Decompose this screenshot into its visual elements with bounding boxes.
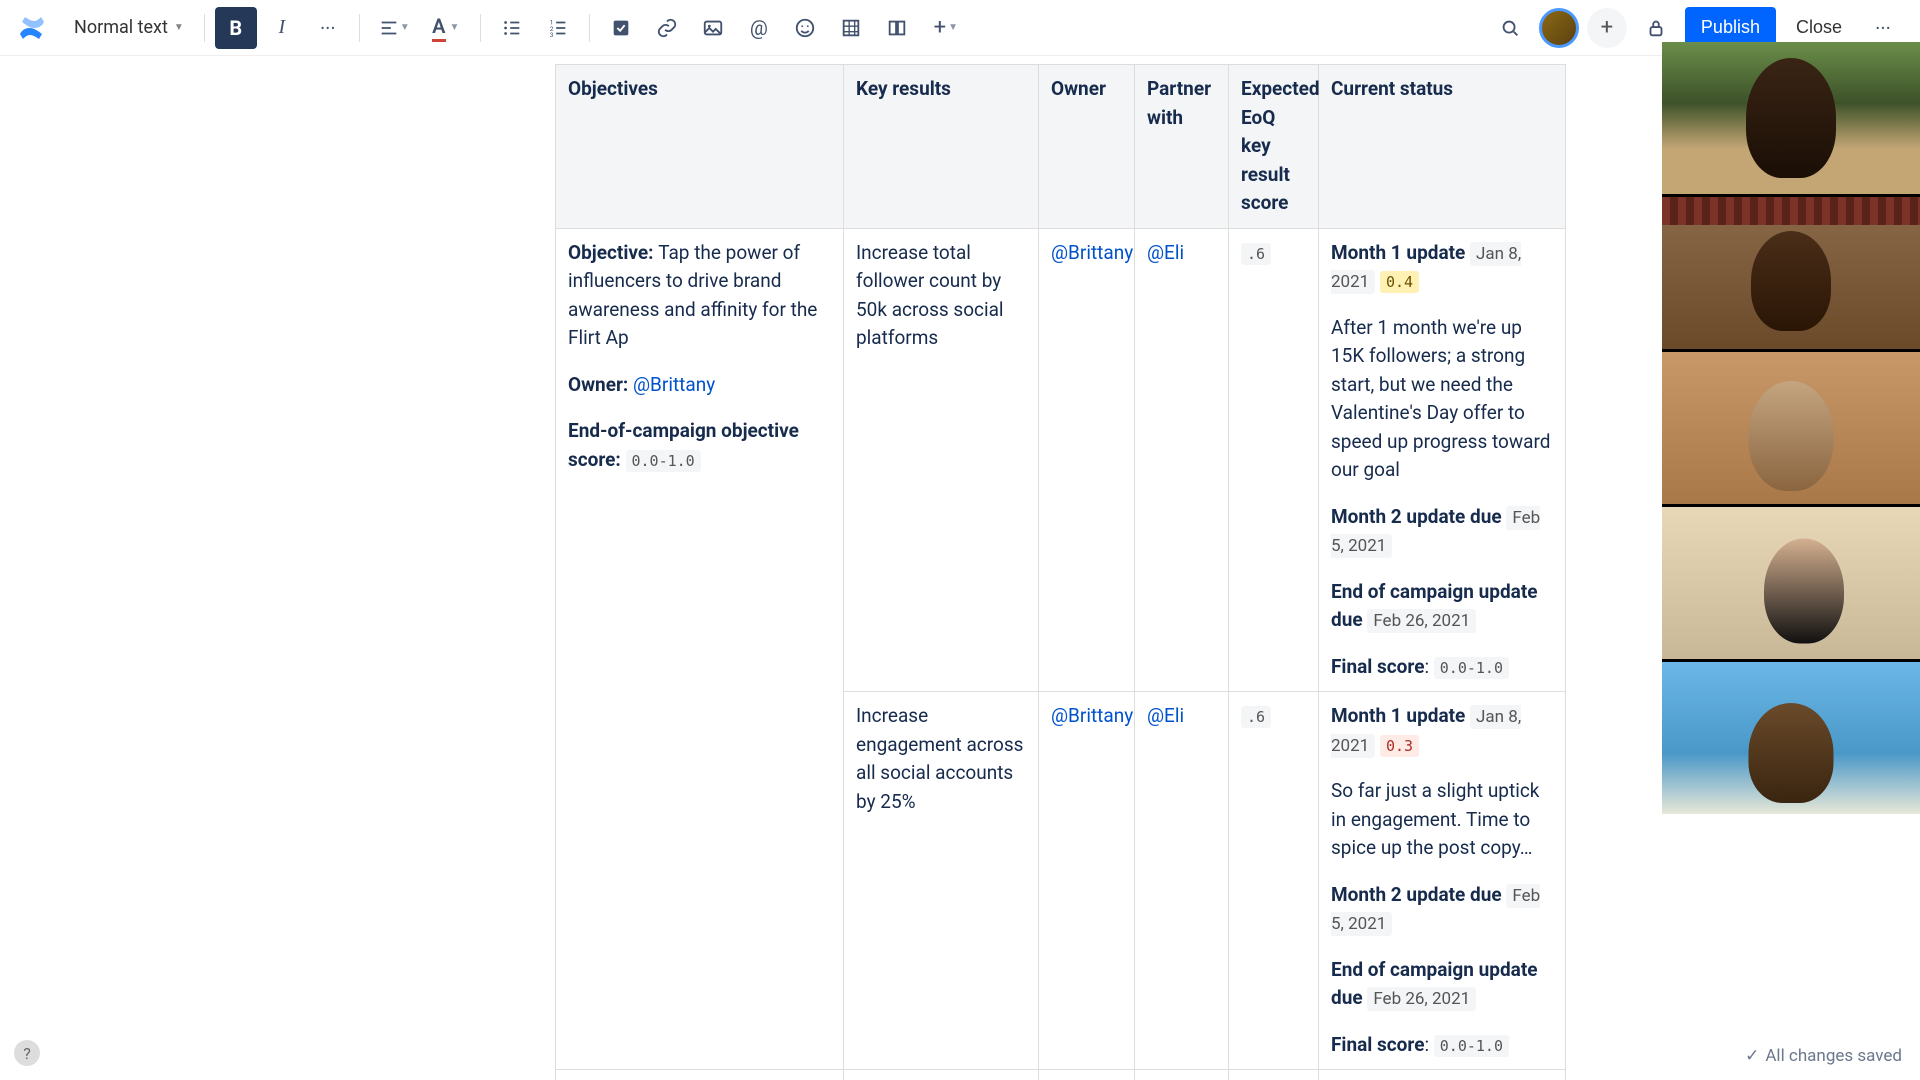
italic-button[interactable]: I <box>261 7 303 49</box>
expected-score: .6 <box>1241 706 1271 728</box>
divider <box>204 14 205 42</box>
col-key-results: Key results <box>844 65 1039 229</box>
align-dropdown[interactable]: ▼ <box>370 7 418 49</box>
col-expected-score: Expected EoQ key result score <box>1229 65 1319 229</box>
mention-button[interactable]: @ <box>738 7 780 49</box>
table-button[interactable] <box>830 7 872 49</box>
objective-cell[interactable]: Objective: Use campaign <box>556 1070 844 1080</box>
m1-badge: 0.4 <box>1380 271 1419 293</box>
partner-cell[interactable]: @Eli <box>1135 1070 1229 1080</box>
emoji-button[interactable] <box>784 7 826 49</box>
kr-cell[interactable]: Increase engagement across all social ac… <box>844 692 1039 1070</box>
numbered-list-button[interactable]: 123 <box>537 7 579 49</box>
score-badge: 0.0-1.0 <box>626 450 701 472</box>
owner-label: Owner: <box>568 373 633 396</box>
text-color-dropdown[interactable]: A▼ <box>422 7 470 49</box>
svg-text:3: 3 <box>550 31 554 39</box>
okr-table[interactable]: Objectives Key results Owner Partner wit… <box>555 64 1566 1080</box>
bullet-list-button[interactable] <box>491 7 533 49</box>
save-status-text: All changes saved <box>1765 1046 1902 1066</box>
owner-cell[interactable]: @Brittany <box>1039 692 1135 1070</box>
more-formatting-button[interactable]: ··· <box>307 7 349 49</box>
action-item-button[interactable] <box>600 7 642 49</box>
final-label: Final score <box>1331 655 1424 678</box>
table-row: Objective: Tap the power of influencers … <box>556 228 1566 692</box>
m1-label: Month 1 update <box>1331 241 1465 264</box>
text-style-dropdown[interactable]: Normal text ▼ <box>64 11 194 44</box>
col-owner: Owner <box>1039 65 1135 229</box>
divider <box>589 14 590 42</box>
link-button[interactable] <box>646 7 688 49</box>
final-label: Final score <box>1331 1033 1424 1056</box>
kr-text: Increase total follower count by 50k acr… <box>856 241 1004 350</box>
confluence-logo-icon <box>16 12 48 44</box>
final-badge: 0.0-1.0 <box>1434 1035 1509 1057</box>
col-objectives: Objectives <box>556 65 844 229</box>
check-icon: ✓ <box>1745 1046 1759 1066</box>
divider <box>359 14 360 42</box>
score-cell[interactable]: .6 <box>1229 1070 1319 1080</box>
owner-cell[interactable]: @Brittany <box>1039 228 1135 692</box>
chevron-down-icon: ▼ <box>174 22 184 33</box>
search-button[interactable] <box>1489 7 1531 49</box>
partner-cell[interactable]: @Eli <box>1135 692 1229 1070</box>
kr-cell[interactable]: Increase total follower count by 50k acr… <box>844 228 1039 692</box>
user-avatar[interactable] <box>1539 8 1579 48</box>
status-cell[interactable]: Month 1 update Jan 8, <box>1319 1070 1566 1080</box>
m1-body: After 1 month we're up 15K followers; a … <box>1331 314 1553 485</box>
eoc-date: Feb 26, 2021 <box>1367 609 1476 633</box>
m1-body: So far just a slight uptick in engagemen… <box>1331 777 1553 863</box>
divider <box>480 14 481 42</box>
m1-label: Month 1 update <box>1331 704 1465 727</box>
partner-cell[interactable]: @Eli <box>1135 228 1229 692</box>
video-participant[interactable] <box>1662 42 1920 194</box>
kr-text: Increase engagement across all social ac… <box>856 704 1023 813</box>
text-style-label: Normal text <box>74 17 168 38</box>
owner-mention[interactable]: @Brittany <box>1051 241 1133 264</box>
partner-mention[interactable]: @Eli <box>1147 704 1184 727</box>
bold-button[interactable]: B <box>215 7 257 49</box>
score-cell[interactable]: .6 <box>1229 692 1319 1070</box>
col-current-status: Current status <box>1319 65 1566 229</box>
m1-badge: 0.3 <box>1380 735 1419 757</box>
table-row: Objective: Use campaign Achieve average … <box>556 1070 1566 1080</box>
final-badge: 0.0-1.0 <box>1434 657 1509 679</box>
owner-mention[interactable]: @Brittany <box>1051 704 1133 727</box>
okr-table-wrap: Objectives Key results Owner Partner wit… <box>555 64 1565 1080</box>
score-cell[interactable]: .6 <box>1229 228 1319 692</box>
expected-score: .6 <box>1241 243 1271 265</box>
video-participant[interactable] <box>1662 352 1920 504</box>
eoc-date: Feb 26, 2021 <box>1367 987 1476 1011</box>
editor-toolbar: Normal text ▼ B I ··· ▼ A▼ 123 @ +▼ + Pu… <box>0 0 1920 56</box>
help-button[interactable]: ? <box>14 1040 40 1066</box>
m2-label: Month 2 update due <box>1331 505 1502 528</box>
objective-label: Objective: <box>568 241 658 264</box>
invite-button[interactable]: + <box>1587 8 1627 48</box>
table-header-row: Objectives Key results Owner Partner wit… <box>556 65 1566 229</box>
toolbar-left: Normal text ▼ B I ··· ▼ A▼ 123 @ +▼ <box>16 7 970 49</box>
owner-cell[interactable]: @Ebony <box>1039 1070 1135 1080</box>
video-participant[interactable] <box>1662 197 1920 349</box>
save-status: ✓ All changes saved <box>1745 1046 1902 1066</box>
partner-mention[interactable]: @Eli <box>1147 241 1184 264</box>
insert-more-dropdown[interactable]: +▼ <box>922 7 970 49</box>
owner-mention[interactable]: @Brittany <box>633 373 715 396</box>
kr-cell[interactable]: Achieve average <box>844 1070 1039 1080</box>
status-cell[interactable]: Month 1 update Jan 8, 2021 0.3 So far ju… <box>1319 692 1566 1070</box>
col-partner: Partner with <box>1135 65 1229 229</box>
layouts-button[interactable] <box>876 7 918 49</box>
image-button[interactable] <box>692 7 734 49</box>
status-cell[interactable]: Month 1 update Jan 8, 2021 0.4 After 1 m… <box>1319 228 1566 692</box>
video-call-overlay[interactable] <box>1662 42 1920 814</box>
video-participant[interactable] <box>1662 507 1920 659</box>
editor-content: Objectives Key results Owner Partner wit… <box>0 56 1920 1080</box>
m2-label: Month 2 update due <box>1331 883 1502 906</box>
video-participant[interactable] <box>1662 662 1920 814</box>
objective-cell[interactable]: Objective: Tap the power of influencers … <box>556 228 844 1070</box>
